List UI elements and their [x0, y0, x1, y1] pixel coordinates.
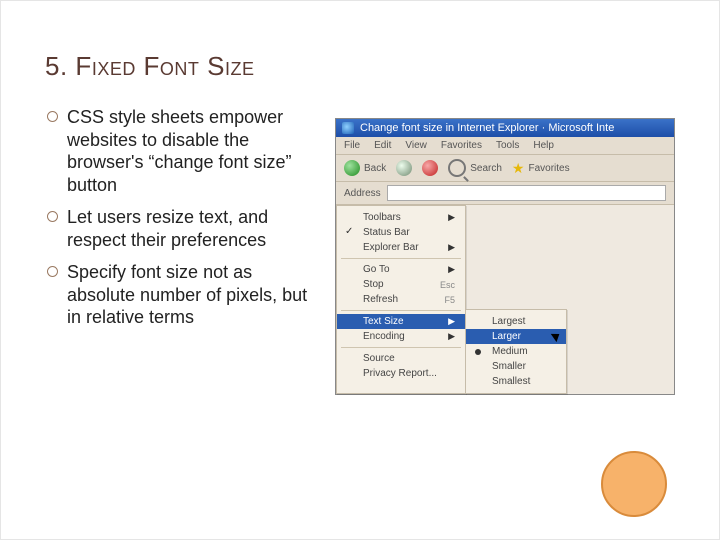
- title-number: 5.: [45, 51, 68, 81]
- text-size-submenu: Largest Larger Medium Smaller Smallest: [465, 309, 567, 394]
- address-input[interactable]: [387, 185, 666, 201]
- shortcut: F5: [444, 295, 455, 305]
- label: Stop: [363, 279, 384, 290]
- chevron-right-icon: ▶: [448, 316, 455, 327]
- label: Largest: [492, 316, 525, 327]
- bullet-list: CSS style sheets empower websites to dis…: [45, 106, 325, 339]
- submenu-item-medium[interactable]: Medium: [466, 344, 566, 359]
- bullet-item: Specify font size not as absolute number…: [45, 261, 325, 329]
- menu-help[interactable]: Help: [533, 140, 554, 151]
- content-row: CSS style sheets empower websites to dis…: [45, 100, 675, 395]
- menu-item-explorer-bar[interactable]: Explorer Bar ▶: [337, 240, 465, 255]
- menu-file[interactable]: File: [344, 140, 360, 151]
- bullet-item: Let users resize text, and respect their…: [45, 206, 325, 251]
- menu-item-go-to[interactable]: Go To ▶: [337, 262, 465, 277]
- menubar: File Edit View Favorites Tools Help: [336, 137, 674, 155]
- chevron-right-icon: ▶: [448, 212, 455, 223]
- menu-item-stop[interactable]: Stop Esc: [337, 277, 465, 292]
- menu-separator: [341, 347, 461, 348]
- menu-tools[interactable]: Tools: [496, 140, 519, 151]
- submenu-item-smallest[interactable]: Smallest: [466, 374, 566, 389]
- search-label: Search: [470, 163, 502, 174]
- label: Toolbars: [363, 212, 401, 223]
- address-label: Address: [344, 188, 381, 199]
- menu-item-refresh[interactable]: Refresh F5: [337, 292, 465, 307]
- check-icon: ✓: [345, 226, 353, 237]
- menu-item-toolbars[interactable]: Toolbars ▶: [337, 210, 465, 225]
- menu-item-text-size[interactable]: Text Size ▶: [337, 314, 465, 329]
- window-title-text: Change font size in Internet Explorer · …: [360, 122, 614, 134]
- label: Smaller: [492, 361, 526, 372]
- address-bar: Address: [336, 182, 674, 205]
- label: Privacy Report...: [363, 368, 437, 379]
- menu-edit[interactable]: Edit: [374, 140, 391, 151]
- label: Smallest: [492, 376, 530, 387]
- menu-item-source[interactable]: Source: [337, 351, 465, 366]
- forward-icon[interactable]: [396, 160, 412, 176]
- search-button[interactable]: Search: [448, 159, 502, 177]
- label: Refresh: [363, 294, 398, 305]
- chevron-right-icon: ▶: [448, 242, 455, 253]
- window-titlebar: Change font size in Internet Explorer · …: [336, 119, 674, 137]
- label: Encoding: [363, 331, 405, 342]
- label: Go To: [363, 264, 390, 275]
- favorites-label: Favorites: [528, 163, 569, 174]
- title-rest: ixed Font Size: [92, 51, 255, 81]
- view-menu: Toolbars ▶ ✓ Status Bar Explorer Bar ▶ G…: [336, 205, 466, 394]
- title-first-cap: F: [75, 51, 91, 81]
- search-icon: [448, 159, 466, 177]
- label: Medium: [492, 346, 528, 357]
- chevron-right-icon: ▶: [448, 331, 455, 342]
- back-button[interactable]: Back: [344, 160, 386, 176]
- menu-favorites[interactable]: Favorites: [441, 140, 482, 151]
- menu-view[interactable]: View: [405, 140, 427, 151]
- label: Source: [363, 353, 395, 364]
- menu-separator: [341, 310, 461, 311]
- submenu-item-largest[interactable]: Largest: [466, 314, 566, 329]
- star-icon: ★: [512, 161, 525, 175]
- label: Larger: [492, 331, 521, 342]
- menu-separator: [341, 258, 461, 259]
- favorites-button[interactable]: ★ Favorites: [512, 161, 570, 175]
- bullet-item: CSS style sheets empower websites to dis…: [45, 106, 325, 196]
- back-icon: [344, 160, 360, 176]
- label: Status Bar: [363, 227, 410, 238]
- toolbar: Back Search ★ Favorites: [336, 155, 674, 182]
- menu-panes: Toolbars ▶ ✓ Status Bar Explorer Bar ▶ G…: [336, 205, 674, 394]
- menu-item-status-bar[interactable]: ✓ Status Bar: [337, 225, 465, 240]
- submenu-item-smaller[interactable]: Smaller: [466, 359, 566, 374]
- back-label: Back: [364, 163, 386, 174]
- slide: 5. Fixed Font Size CSS style sheets empo…: [0, 0, 720, 540]
- menu-item-privacy[interactable]: Privacy Report...: [337, 366, 465, 381]
- slide-title: 5. Fixed Font Size: [45, 51, 675, 82]
- shortcut: Esc: [440, 280, 455, 290]
- screenshot-ie: Change font size in Internet Explorer · …: [335, 118, 675, 395]
- label: Explorer Bar: [363, 242, 419, 253]
- menu-item-encoding[interactable]: Encoding ▶: [337, 329, 465, 344]
- stop-icon[interactable]: [422, 160, 438, 176]
- chevron-right-icon: ▶: [448, 264, 455, 275]
- label: Text Size: [363, 316, 404, 327]
- submenu-item-larger[interactable]: Larger: [466, 329, 566, 344]
- ie-icon: [342, 122, 354, 134]
